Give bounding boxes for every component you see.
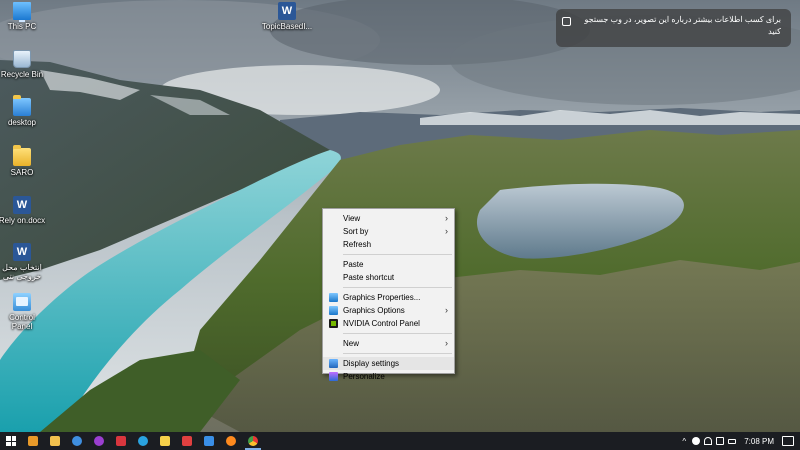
chevron-right-icon: › [445,338,448,348]
menu-item-paste-shortcut[interactable]: Paste shortcut [323,271,454,284]
control-panel-icon [13,293,31,311]
menu-item-graphics-properties[interactable]: Graphics Properties... [323,291,454,304]
menu-item-new[interactable]: New › [323,337,454,350]
taskbar-app-purple[interactable] [88,432,110,450]
taskbar-app-file-explorer[interactable] [44,432,66,450]
camera-search-icon [562,17,571,26]
network-button[interactable] [690,432,702,450]
desktop-icon-desktop[interactable]: desktop [0,95,44,127]
desktop-icon-this-pc[interactable]: This PC [0,2,44,31]
desktop-icon-persian-doc[interactable]: W انتخاب محل خروجی نتی [0,243,44,281]
menu-item-refresh[interactable]: Refresh [323,238,454,251]
menu-separator [343,353,452,354]
windows-logo-icon [6,436,16,446]
taskbar-app-edge[interactable] [66,432,88,450]
folder-icon [13,95,31,116]
computer-icon [13,2,31,22]
intel-graphics-icon [329,306,338,315]
taskbar-app-shield[interactable] [198,432,220,450]
notification-text-line2: کنید [768,27,781,36]
pdf-icon [182,436,192,446]
nvidia-icon [329,319,338,328]
intel-graphics-icon [329,293,338,302]
notification-text-line1: برای کسب اطلاعات بیشتر درباره این تصویر،… [584,15,781,24]
menu-item-graphics-options[interactable]: Graphics Options › [323,304,454,317]
network-icon [692,437,701,445]
start-button[interactable] [0,432,22,450]
menu-separator [343,333,452,334]
sticky-notes-icon [160,436,170,446]
recycle-bin-icon [13,50,31,68]
chevron-right-icon: › [445,226,448,236]
menu-item-personalize[interactable]: Personalize [323,370,454,383]
word-document-icon: W [13,243,31,261]
taskbar-app-firefox[interactable] [220,432,242,450]
action-center-button[interactable] [782,436,794,446]
app-purple-icon [94,436,104,446]
media-player-icon [28,436,38,446]
menu-item-sort-by[interactable]: Sort by › [323,225,454,238]
chevron-right-icon: › [445,305,448,315]
app-red-icon [116,436,126,446]
taskbar-app-sticky-notes[interactable] [154,432,176,450]
taskbar-app-red[interactable] [110,432,132,450]
desktop-icon-control-panel[interactable]: Control Panel [0,293,44,331]
wifi-icon [704,437,713,445]
chevron-up-icon: ^ [682,436,687,446]
menu-separator [343,254,452,255]
taskbar-app-media-player[interactable] [22,432,44,450]
display-icon [329,359,338,368]
menu-item-paste[interactable]: Paste [323,258,454,271]
desktop-icon-rely-on-docx[interactable]: W Rely on.docx [0,196,45,225]
edge-icon [72,436,82,446]
folder-icon [13,145,31,166]
desktop-icon-recycle-bin[interactable]: Recycle Bin [0,50,44,79]
firefox-icon [226,436,236,446]
telegram-icon [138,436,148,446]
wifi-button[interactable] [702,432,714,450]
word-document-icon: W [278,2,296,20]
volume-icon [716,437,725,445]
battery-button[interactable] [726,432,738,450]
menu-separator [343,287,452,288]
menu-item-display-settings[interactable]: Display settings [323,357,454,370]
desktop-icon-topicbased[interactable]: W TopicBasedI... [262,2,312,31]
menu-item-nvidia-control-panel[interactable]: NVIDIA Control Panel [323,317,454,330]
system-tray: ^ 7:08 PM [678,432,800,450]
battery-icon [728,438,737,444]
taskbar-app-pdf[interactable] [176,432,198,450]
desktop-context-menu: View › Sort by › Refresh Paste Paste sho… [322,208,455,381]
desktop-icon-saro[interactable]: SARO [0,145,44,177]
chevron-right-icon: › [445,213,448,223]
taskbar-app-telegram[interactable] [132,432,154,450]
shield-app-icon [204,436,214,446]
clock[interactable]: 7:08 PM [744,437,774,446]
show-hidden-icons-button[interactable]: ^ [678,432,690,450]
chrome-icon [248,436,258,446]
file-explorer-icon [50,436,60,446]
search-image-info-notification[interactable]: برای کسب اطلاعات بیشتر درباره این تصویر،… [556,9,791,47]
word-document-icon: W [13,196,31,214]
taskbar-app-chrome[interactable] [242,432,264,450]
taskbar: ^ 7:08 PM [0,432,800,450]
volume-button[interactable] [714,432,726,450]
personalize-icon [329,372,338,381]
menu-item-view[interactable]: View › [323,212,454,225]
